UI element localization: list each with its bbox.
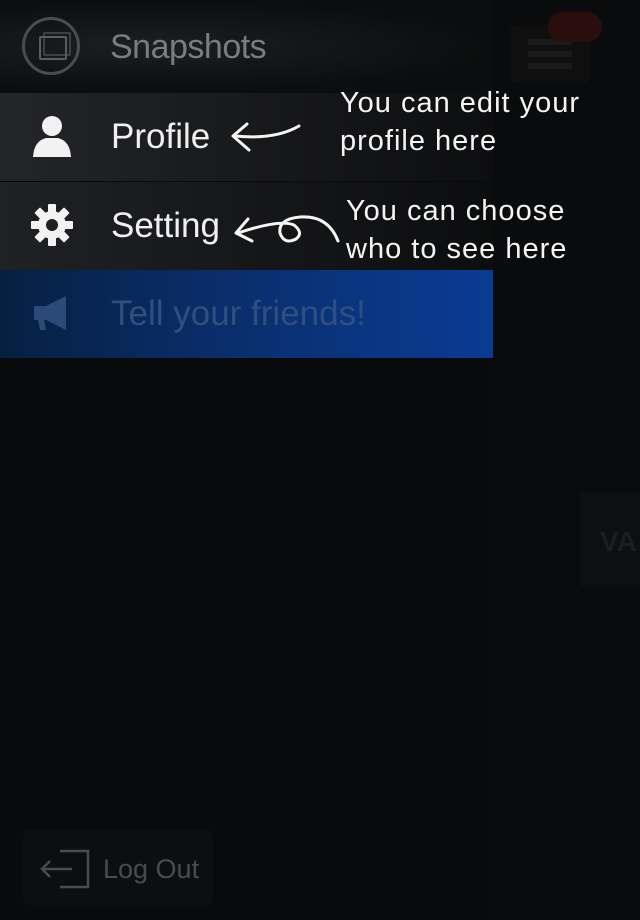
side-card[interactable]: VA (580, 492, 640, 587)
hint-setting: You can choose who to see here (346, 195, 568, 265)
person-icon (33, 116, 71, 157)
app-title: Snapshots (110, 28, 267, 66)
menu-item-label: Profile (111, 117, 211, 156)
menu-item-label: Setting (111, 206, 220, 245)
menu-header: Snapshots (0, 0, 493, 93)
menu-item-tell-friends[interactable]: Tell your friends! (0, 270, 493, 358)
arrow-profile-icon (231, 122, 301, 152)
logout-icon (40, 849, 90, 889)
menu-item-label: Tell your friends! (111, 294, 366, 333)
notification-badge (548, 12, 602, 42)
photos-icon (22, 17, 80, 75)
megaphone-icon (34, 296, 66, 330)
logout-button[interactable]: Log Out (23, 830, 213, 905)
gear-icon (31, 204, 73, 246)
hint-profile: You can edit your profile here (340, 87, 581, 157)
logout-label: Log Out (103, 854, 200, 884)
arrow-setting-icon (234, 215, 340, 243)
